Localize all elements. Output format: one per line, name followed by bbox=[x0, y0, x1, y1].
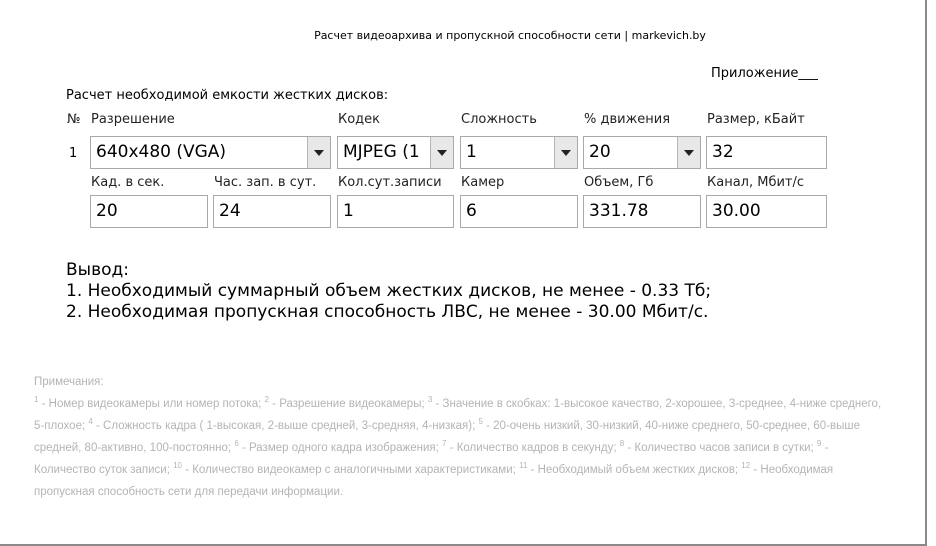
note-number: 12 bbox=[741, 461, 751, 471]
note-text: - Количество кадров в секунду; bbox=[446, 442, 620, 454]
resolution-select[interactable]: 640x480 (VGA) bbox=[90, 136, 331, 169]
chevron-down-icon[interactable] bbox=[677, 137, 700, 168]
notes: Примечания: 1 - Номер видеокамеры или но… bbox=[34, 371, 889, 503]
note-text: - Количество видеокамер с аналогичными х… bbox=[182, 464, 520, 476]
row-number: 1 bbox=[69, 146, 78, 161]
fps-field[interactable]: 20 bbox=[90, 195, 208, 228]
note-text: - Количество часов записи в сутки; bbox=[624, 442, 817, 454]
chevron-down-icon[interactable] bbox=[307, 137, 330, 168]
conclusion-line-2: 2. Необходимая пропускная способность ЛВ… bbox=[66, 302, 709, 322]
note-text: - Сложность кадра ( 1-высокая, 2-выше ср… bbox=[92, 420, 479, 432]
frame-size-field[interactable]: 32 bbox=[706, 136, 827, 169]
label-number: № bbox=[67, 112, 81, 127]
label-volume: Объем, Гб bbox=[584, 175, 654, 190]
note-text: - Разрешение видеокамеры; bbox=[268, 398, 428, 410]
label-frame-size: Размер, кБайт bbox=[707, 112, 805, 127]
note-text: - Номер видеокамеры или номер потока; bbox=[38, 398, 265, 410]
appendix-label: Приложение___ bbox=[711, 66, 818, 81]
label-days: Кол.сут.записи bbox=[338, 175, 442, 190]
note-text: - Размер одного кадра изображения; bbox=[238, 442, 443, 454]
conclusion-line-1: 1. Необходимый суммарный объем жестких д… bbox=[66, 281, 712, 301]
label-hours: Час. зап. в сут. bbox=[214, 175, 317, 190]
channel-field: 30.00 bbox=[706, 195, 827, 228]
codec-select[interactable]: MJPEG (1 bbox=[337, 136, 454, 169]
label-cameras: Камер bbox=[461, 175, 505, 190]
label-fps: Кад. в сек. bbox=[91, 175, 165, 190]
section-title: Расчет необходимой емкости жестких диско… bbox=[66, 88, 389, 103]
conclusion: Вывод: 1. Необходимый суммарный объем же… bbox=[66, 260, 711, 323]
complexity-select[interactable]: 1 bbox=[460, 136, 578, 169]
label-resolution: Разрешение bbox=[91, 112, 175, 127]
hours-field[interactable]: 24 bbox=[213, 195, 331, 228]
chevron-down-icon[interactable] bbox=[430, 137, 453, 168]
cameras-field[interactable]: 6 bbox=[460, 195, 578, 228]
note-number: 10 bbox=[173, 461, 183, 471]
conclusion-heading: Вывод: bbox=[66, 260, 129, 280]
notes-body: 1 - Номер видеокамеры или номер потока; … bbox=[34, 393, 889, 503]
resolution-value: 640x480 (VGA) bbox=[96, 142, 227, 162]
days-field[interactable]: 1 bbox=[337, 195, 454, 228]
label-channel: Канал, Мбит/с bbox=[707, 175, 805, 190]
note-text: - Необходимый объем жестких дисков; bbox=[527, 464, 742, 476]
label-codec: Кодек bbox=[338, 112, 381, 127]
volume-field: 331.78 bbox=[583, 195, 701, 228]
header-title: Расчет видеоархива и пропускной способно… bbox=[314, 29, 706, 42]
label-motion: % движения bbox=[584, 112, 671, 127]
page-border bbox=[925, 0, 927, 546]
notes-heading: Примечания: bbox=[34, 376, 104, 388]
chevron-down-icon[interactable] bbox=[554, 137, 577, 168]
page-header: Расчет видеоархива и пропускной способно… bbox=[0, 29, 936, 42]
motion-select[interactable]: 20 bbox=[583, 136, 701, 169]
label-complexity: Сложность bbox=[461, 112, 537, 127]
